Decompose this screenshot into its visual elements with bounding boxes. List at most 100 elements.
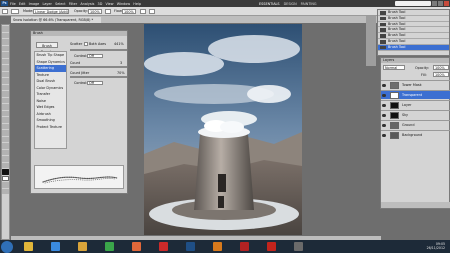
workspace-essentials[interactable]: ESSENTIALS (259, 2, 280, 6)
mode-select[interactable]: Linear Dodge (Add) (33, 9, 69, 14)
menu-item-window[interactable]: Window (117, 2, 130, 6)
opera-icon[interactable] (159, 242, 168, 251)
menu-item-view[interactable]: View (106, 2, 114, 6)
explorer-icon[interactable] (24, 242, 33, 251)
menu-item-select[interactable]: Select (55, 2, 65, 6)
path-select-tool-icon[interactable] (2, 130, 9, 136)
3d-camera-tool-icon[interactable] (2, 149, 9, 155)
shape-tool-icon[interactable] (2, 136, 9, 142)
minimize-button[interactable] (432, 1, 437, 6)
both-axes-checkbox[interactable] (84, 41, 88, 46)
layer-opacity-label: Opacity: (415, 65, 429, 70)
gradient-tool-icon[interactable] (2, 97, 9, 103)
maximize-button[interactable] (438, 1, 443, 6)
control-select[interactable]: Off (87, 53, 103, 58)
airbrush-icon[interactable] (140, 9, 146, 14)
menu-item-image[interactable]: Image (29, 2, 40, 6)
tool-preset-item[interactable]: Brush Tool (378, 44, 449, 51)
acrobat-icon[interactable] (267, 242, 276, 251)
brush-size-picker[interactable] (11, 9, 19, 14)
layer-row[interactable]: Sky (381, 110, 450, 119)
layer-fill-field[interactable]: 100% (433, 72, 449, 77)
tablet-pressure-size-icon[interactable] (149, 9, 155, 14)
visibility-eye-icon[interactable] (382, 113, 386, 117)
system-clock[interactable]: 09:05 26/11/2012 (427, 242, 445, 251)
layer-row[interactable]: Background (381, 130, 450, 139)
menu-item-edit[interactable]: Edit (19, 2, 26, 6)
brush-options-list: Brush Tip Shape Shape Dynamics Scattering T… (34, 51, 67, 149)
layer-row[interactable]: Transparent (381, 90, 450, 99)
brush-tool-icon[interactable] (2, 9, 8, 14)
menu-item-file[interactable]: File (10, 2, 16, 6)
document-tab[interactable]: Snow Isolation @ 66.6% (Transparent, RGB… (11, 17, 101, 23)
workspace-design[interactable]: DESIGN (284, 2, 297, 6)
menu-item-filter[interactable]: Filter (69, 2, 77, 6)
quick-mask-icon[interactable] (2, 182, 9, 188)
brush-option-brush-tip-shape[interactable]: Brush Tip Shape (35, 52, 66, 59)
visibility-eye-icon[interactable] (382, 103, 386, 107)
brush-presets-button[interactable]: Brush Presets (36, 42, 58, 54)
flow-field[interactable]: 100% (122, 9, 136, 14)
folder-icon[interactable] (78, 242, 87, 251)
layer-opacity-field[interactable]: 100% (433, 65, 449, 70)
opacity-field[interactable]: 100% (88, 9, 102, 14)
lasso-tool-icon[interactable] (2, 39, 9, 45)
control2-select[interactable]: Off (87, 80, 103, 85)
document-canvas[interactable] (144, 24, 302, 235)
history-brush-tool-icon[interactable] (2, 84, 9, 90)
menu-item-3d[interactable]: 3D (98, 2, 103, 6)
brush-tool-icon[interactable] (2, 71, 9, 77)
collapsed-panel-strip[interactable] (366, 16, 376, 66)
search-input[interactable] (395, 1, 431, 6)
dodge-tool-icon[interactable] (2, 110, 9, 116)
visibility-eye-icon[interactable] (382, 133, 386, 137)
foreground-color-swatch[interactable] (2, 169, 9, 175)
layer-thumbnail (390, 82, 399, 89)
tablet-pressure-opacity-icon[interactable] (105, 9, 111, 14)
layers-panel-title: Layers (381, 58, 449, 63)
healing-brush-tool-icon[interactable] (2, 65, 9, 71)
illustrator-icon[interactable] (213, 242, 222, 251)
firefox-icon[interactable] (132, 242, 141, 251)
menu-item-help[interactable]: Help (133, 2, 141, 6)
chrome-icon[interactable] (105, 242, 114, 251)
clone-stamp-tool-icon[interactable] (2, 78, 9, 84)
menu-item-layer[interactable]: Layer (42, 2, 51, 6)
crop-tool-icon[interactable] (2, 52, 9, 58)
type-tool-icon[interactable] (2, 123, 9, 129)
app-icon[interactable] (294, 242, 303, 251)
layer-row[interactable]: Layer (381, 100, 450, 109)
workspace-switcher: ESSENTIALS DESIGN PAINTING (259, 2, 317, 6)
move-tool-icon[interactable] (2, 26, 9, 32)
eraser-tool-icon[interactable] (2, 91, 9, 97)
layer-row[interactable]: Ground (381, 120, 450, 129)
eyedropper-tool-icon[interactable] (2, 58, 9, 64)
brush-option-protect-texture[interactable]: Protect Texture (35, 124, 66, 131)
pen-tool-icon[interactable] (2, 117, 9, 123)
layer-thumbnail (390, 92, 399, 99)
media-icon[interactable] (51, 242, 60, 251)
filezilla-icon[interactable] (240, 242, 249, 251)
scatter-slider[interactable] (70, 49, 127, 51)
visibility-eye-icon[interactable] (382, 83, 386, 87)
visibility-eye-icon[interactable] (382, 93, 386, 97)
count-slider[interactable] (70, 66, 127, 68)
opacity-label: Opacity: (74, 9, 88, 13)
count-jitter-slider[interactable] (70, 76, 127, 78)
close-button[interactable] (444, 1, 449, 6)
hand-tool-icon[interactable] (2, 156, 9, 162)
screen-mode-icon[interactable] (2, 188, 9, 194)
3d-rotate-tool-icon[interactable] (2, 143, 9, 149)
zoom-tool-icon[interactable] (2, 162, 9, 168)
background-color-swatch[interactable] (2, 175, 9, 181)
marquee-tool-icon[interactable] (2, 32, 9, 38)
menu-item-analysis[interactable]: Analysis (80, 2, 94, 6)
blend-mode-select[interactable]: Normal (383, 65, 405, 70)
quick-select-tool-icon[interactable] (2, 45, 9, 51)
visibility-eye-icon[interactable] (382, 123, 386, 127)
layer-row[interactable]: Tower Mask (381, 80, 450, 89)
start-button[interactable] (1, 240, 13, 253)
workspace-painting[interactable]: PAINTING (301, 2, 317, 6)
blur-tool-icon[interactable] (2, 104, 9, 110)
photoshop-icon[interactable] (186, 242, 195, 251)
